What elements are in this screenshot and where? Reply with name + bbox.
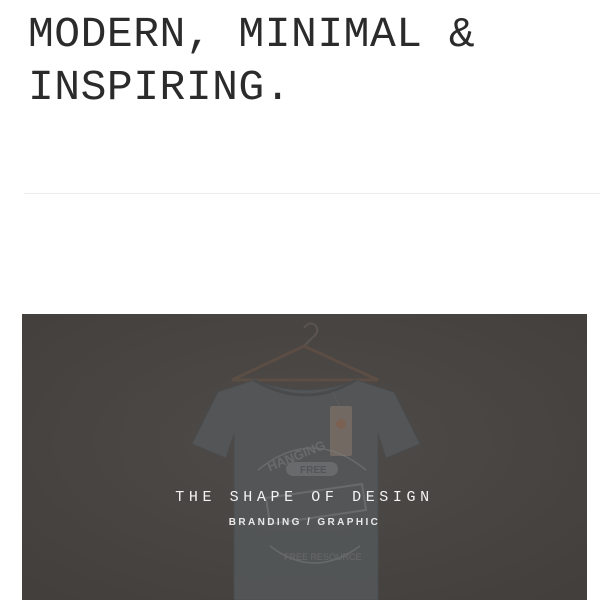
tshirt-mockup-image: HANGING FREE FREE RESOURCE <box>22 314 587 600</box>
section-divider <box>24 193 600 194</box>
card-title[interactable]: THE SHAPE OF DESIGN <box>22 489 587 507</box>
hero-heading-line-2: INSPIRING. <box>28 63 292 112</box>
card-category: BRANDING / GRAPHIC <box>228 517 381 528</box>
hero-heading: MODERN, MINIMAL & INSPIRING. <box>28 8 475 114</box>
hero-heading-line-1: MODERN, MINIMAL & <box>28 10 476 59</box>
svg-text:FREE RESOURCE: FREE RESOURCE <box>284 552 362 562</box>
card-caption: THE SHAPE OF DESIGN BRANDING / GRAPHIC <box>22 489 587 529</box>
svg-text:FREE: FREE <box>300 465 327 476</box>
portfolio-card[interactable]: HANGING FREE FREE RESOURCE THE SHAPE OF … <box>22 314 587 600</box>
